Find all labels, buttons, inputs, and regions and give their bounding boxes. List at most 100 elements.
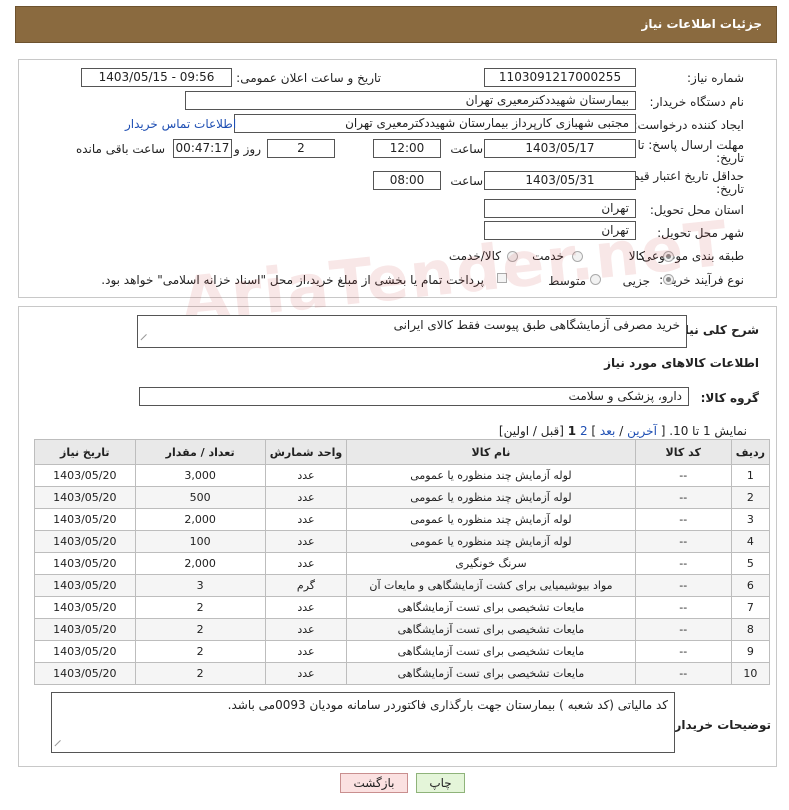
table-row: 7 -- مایعات تشخیصی برای تست آزمایشگاهی عدد 2… [34, 596, 771, 619]
paging-current-page: 1 [567, 424, 577, 438]
cell-code: -- [634, 640, 732, 663]
cell-date: 1403/05/20 [34, 618, 136, 641]
cell-name: سرنگ خونگیری [346, 552, 636, 575]
deadline-label-2: تاریخ: [716, 151, 744, 165]
table-row: 9 -- مایعات تشخیصی برای تست آزمایشگاهی عدد 2… [34, 640, 771, 663]
validity-label-2: تاریخ: [716, 182, 744, 196]
cell-unit: عدد [264, 552, 348, 575]
cell-idx: 1 [730, 464, 771, 487]
deadline-time-field: 12:00 [373, 139, 441, 158]
table-row: 4 -- لوله آزمایش چند منظوره یا عمومی عدد 100… [34, 530, 771, 553]
cell-qty: 2 [134, 596, 266, 619]
notes-label: توضیحات خریدار: [669, 718, 771, 732]
table-row: 2 -- لوله آزمایش چند منظوره یا عمومی عدد 500… [34, 486, 771, 509]
cell-idx: 7 [730, 596, 771, 619]
cell-qty: 2,000 [134, 552, 266, 575]
payment-note: پرداخت تمام یا بخشی از مبلغ خرید،از محل … [101, 273, 484, 287]
category-option-goods-service: کالا/خدمت [448, 249, 501, 263]
table-row: 1 -- لوله آزمایش چند منظوره یا عمومی عدد 3,0… [34, 464, 771, 487]
back-button[interactable]: بازگشت [340, 773, 408, 793]
process-radio-medium[interactable] [590, 274, 601, 285]
cell-idx: 8 [730, 618, 771, 641]
table-row: 3 -- لوله آزمایش چند منظوره یا عمومی عدد 2,0… [34, 508, 771, 531]
cell-idx: 6 [730, 574, 771, 597]
cell-idx: 10 [730, 662, 771, 685]
group-field: دارو، پزشکی و سلامت [139, 387, 689, 406]
remaining-time-field: 00:47:17 [173, 139, 232, 158]
need-number-field: 1103091217000255 [484, 68, 636, 87]
print-button[interactable]: چاپ [416, 773, 465, 793]
category-radio-service[interactable] [572, 251, 583, 262]
category-radio-goods[interactable] [663, 251, 674, 262]
announce-field: 1403/05/15 - 09:56 [81, 68, 232, 87]
cell-code: -- [634, 508, 732, 531]
contact-buyer-link[interactable]: اطلاعات تماس خریدار [125, 117, 236, 131]
cell-qty: 3,000 [134, 464, 266, 487]
requester-label: ایجاد کننده درخواست: [633, 118, 744, 132]
cell-qty: 100 [134, 530, 266, 553]
process-option-medium: متوسط [548, 274, 586, 288]
days-label: روز و [234, 142, 261, 156]
cell-name: لوله آزمایش چند منظوره یا عمومی [346, 464, 636, 487]
cell-idx: 9 [730, 640, 771, 663]
paging-close: ] [591, 424, 597, 438]
cell-qty: 500 [134, 486, 266, 509]
cell-code: -- [634, 552, 732, 575]
goods-table-header: ردیف کد کالا نام کالا واحد شمارش تعداد /… [34, 439, 771, 465]
notes-text: کد مالیاتی (کد شعبه ) بیمارستان جهت بارگ… [227, 698, 668, 712]
table-row: 8 -- مایعات تشخیصی برای تست آزمایشگاهی عدد 2… [34, 618, 771, 641]
category-option-service: خدمت [532, 249, 564, 263]
paging-last-link[interactable]: آخرین [627, 424, 657, 438]
col-date: تاریخ نیاز [34, 439, 136, 465]
province-label: استان محل تحویل: [649, 203, 744, 217]
cell-name: مایعات تشخیصی برای تست آزمایشگاهی [346, 618, 636, 641]
cell-unit: عدد [264, 464, 348, 487]
cell-name: لوله آزمایش چند منظوره یا عمومی [346, 530, 636, 553]
cell-name: مایعات تشخیصی برای تست آزمایشگاهی [346, 640, 636, 663]
cell-unit: عدد [264, 530, 348, 553]
cell-qty: 2 [134, 662, 266, 685]
cell-name: لوله آزمایش چند منظوره یا عمومی [346, 508, 636, 531]
cell-name: لوله آزمایش چند منظوره یا عمومی [346, 486, 636, 509]
paging-page-2-link[interactable]: 2 [580, 424, 588, 438]
cell-code: -- [634, 596, 732, 619]
requester-field: مجتبی شهبازی کارپرداز بیمارستان شهیددکتر… [234, 114, 636, 133]
cell-unit: عدد [264, 640, 348, 663]
table-row: 6 -- مواد بیوشیمیایی برای کشت آزمایشگاهی و… [34, 574, 771, 597]
validity-date-field: 1403/05/31 [484, 171, 636, 190]
deadline-date-field: 1403/05/17 [484, 139, 636, 158]
cell-unit: عدد [264, 662, 348, 685]
process-radio-minor[interactable] [663, 274, 674, 285]
summary-field: خرید مصرفی آزمایشگاهی طبق پیوست فقط کالا… [137, 315, 687, 348]
city-field: تهران [484, 221, 636, 240]
announce-label: تاریخ و ساعت اعلان عمومی: [236, 71, 381, 85]
city-label: شهر محل تحویل: [657, 226, 744, 240]
cell-idx: 5 [730, 552, 771, 575]
col-name: نام کالا [346, 439, 636, 465]
cell-name: مواد بیوشیمیایی برای کشت آزمایشگاهی و ما… [346, 574, 636, 597]
cell-date: 1403/05/20 [34, 464, 136, 487]
category-radio-goods-service[interactable] [507, 251, 518, 262]
summary-text: خرید مصرفی آزمایشگاهی طبق پیوست فقط کالا… [393, 318, 680, 332]
deadline-label-1: مهلت ارسال پاسخ: تا [637, 138, 744, 152]
cell-unit: عدد [264, 618, 348, 641]
cell-date: 1403/05/20 [34, 508, 136, 531]
remaining-label: ساعت باقی مانده [75, 142, 165, 156]
category-option-goods: کالا [628, 249, 645, 263]
cell-name: مایعات تشخیصی برای تست آزمایشگاهی [346, 662, 636, 685]
cell-unit: عدد [264, 508, 348, 531]
province-field: تهران [484, 199, 636, 218]
cell-code: -- [634, 618, 732, 641]
cell-idx: 3 [730, 508, 771, 531]
days-field: 2 [267, 139, 335, 158]
category-label: طبقه بندی موضوعی: [637, 249, 744, 263]
cell-unit: عدد [264, 596, 348, 619]
treasury-checkbox[interactable] [497, 273, 507, 283]
validity-time-field: 08:00 [373, 171, 441, 190]
col-unit: واحد شمارش [264, 439, 348, 465]
goods-table: ردیف کد کالا نام کالا واحد شمارش تعداد /… [34, 439, 771, 685]
paging-next-link[interactable]: بعد [600, 424, 615, 438]
paging-suffix: [قبل / اولین] [498, 424, 564, 438]
cell-code: -- [634, 530, 732, 553]
cell-code: -- [634, 574, 732, 597]
